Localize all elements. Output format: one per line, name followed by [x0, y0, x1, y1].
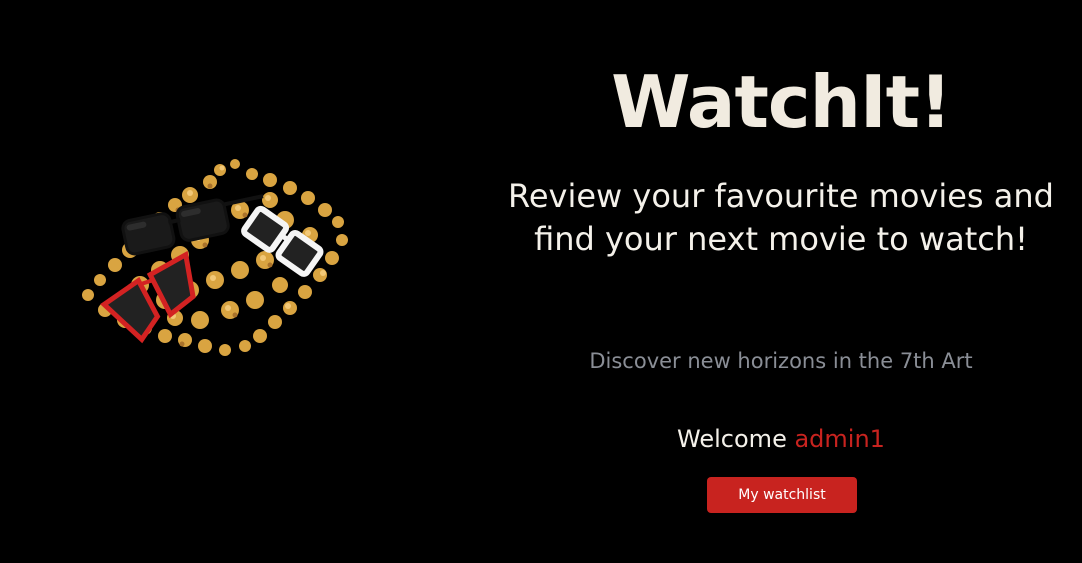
popcorn-sunglasses-image [82, 159, 348, 356]
subtitle: Discover new horizons in the 7th Art [589, 349, 973, 373]
tagline: Review your favourite movies and find yo… [508, 177, 1054, 258]
welcome-message: Welcome admin1 [500, 421, 1062, 457]
welcome-label: Welcome [677, 425, 787, 453]
landing-page: WatchIt! Review your favourite movies an… [0, 0, 1082, 563]
app-title: WatchIt! [611, 60, 952, 144]
username: admin1 [794, 425, 885, 453]
my-watchlist-button[interactable]: My watchlist [707, 477, 857, 513]
